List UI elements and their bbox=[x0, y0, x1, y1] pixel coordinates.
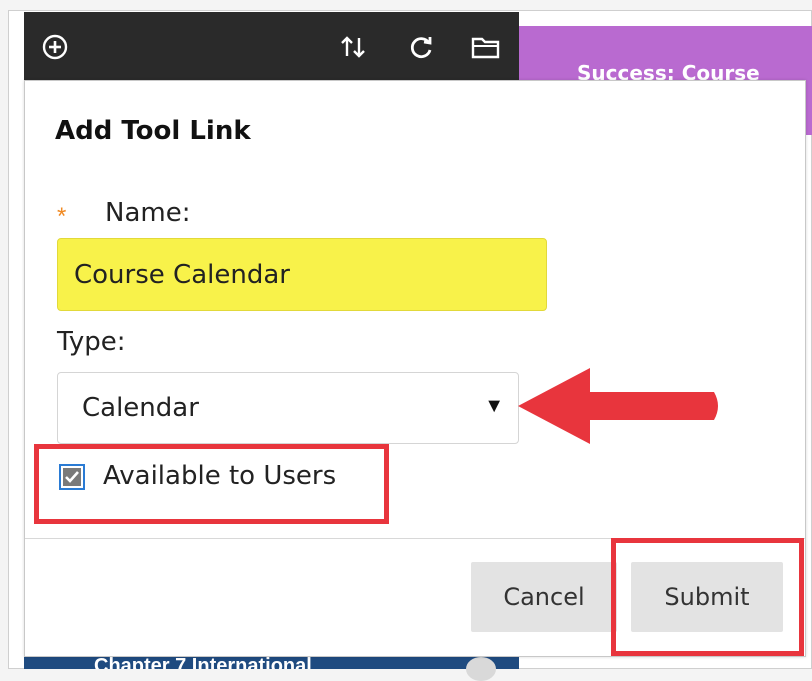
submit-highlight-box bbox=[611, 538, 804, 656]
type-selected-value: Calendar bbox=[82, 393, 199, 423]
dialog-title: Add Tool Link bbox=[55, 116, 251, 146]
checkbox-highlight-box bbox=[34, 444, 389, 524]
cancel-button[interactable]: Cancel bbox=[471, 562, 617, 632]
required-asterisk: * bbox=[57, 203, 67, 230]
course-menu-toolbar bbox=[24, 12, 519, 80]
reorder-arrows-icon[interactable] bbox=[338, 32, 368, 62]
folder-icon[interactable] bbox=[471, 32, 501, 62]
refresh-icon[interactable] bbox=[406, 32, 436, 62]
type-label: Type: bbox=[57, 327, 126, 357]
caret-down-icon: ▼ bbox=[484, 395, 504, 417]
chevron-circle-icon[interactable] bbox=[466, 657, 496, 681]
arrow-left-annotation-icon bbox=[518, 368, 718, 444]
course-menu-item[interactable]: Chapter 7 International bbox=[24, 657, 519, 669]
type-select[interactable]: Calendar ▼ bbox=[57, 372, 519, 444]
course-menu-item-label: Chapter 7 International bbox=[94, 657, 312, 669]
add-circle-icon[interactable] bbox=[40, 32, 70, 62]
name-input[interactable] bbox=[57, 238, 547, 311]
name-label: Name: bbox=[105, 198, 191, 228]
